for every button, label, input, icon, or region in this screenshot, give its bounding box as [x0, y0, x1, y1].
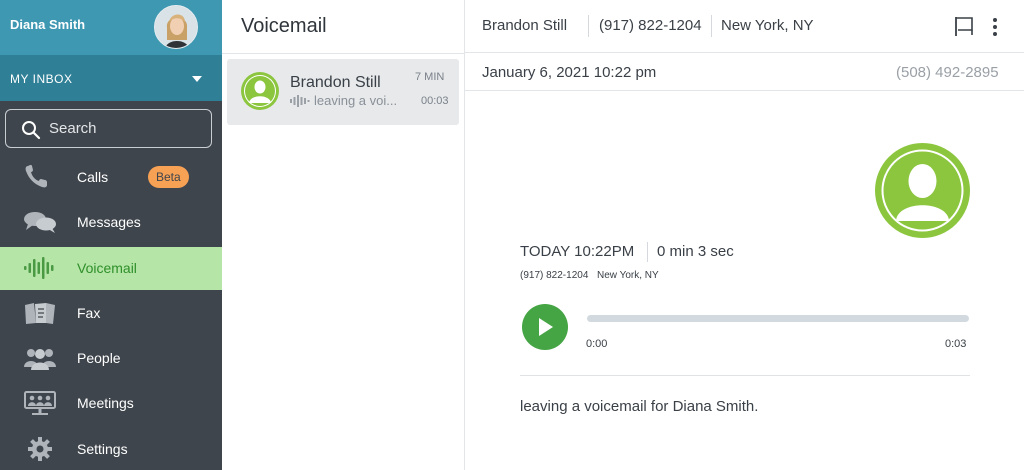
caller-phone: (917) 822-1204 [520, 270, 589, 281]
search-placeholder: Search [49, 120, 97, 137]
voicemail-detail-pane: Brandon Still (917) 822-1204 New York, N… [465, 0, 1024, 470]
chevron-down-icon [192, 76, 202, 82]
audio-current-time: 0:00 [586, 338, 608, 350]
divider [222, 53, 465, 54]
call-duration: 0 min 3 sec [657, 243, 734, 260]
sidebar-item-people[interactable]: People [0, 337, 222, 380]
sidebar-item-label: People [77, 350, 121, 366]
inbox-label: MY INBOX [10, 72, 73, 86]
audio-total-time: 0:03 [945, 338, 967, 350]
sidebar-item-fax[interactable]: Fax [0, 292, 222, 335]
sidebar: Diana Smith MY INBOX Search Calls Beta M… [0, 0, 222, 470]
voicemail-waveform-icon [24, 257, 54, 279]
sidebar-item-label: Voicemail [77, 260, 137, 276]
contact-name[interactable]: Brandon Still [482, 17, 567, 34]
fax-icon [25, 303, 55, 324]
receiving-number: (508) 492-2895 [896, 64, 999, 81]
flag-icon[interactable] [953, 15, 975, 37]
list-item[interactable]: Brandon Still 7 MIN leaving a voi... 00:… [227, 59, 459, 125]
divider [647, 242, 648, 262]
sidebar-item-messages[interactable]: Messages [0, 201, 222, 244]
page-title: Voicemail [241, 15, 327, 37]
voicemail-list-pane: Voicemail Brandon Still 7 MIN leaving a … [222, 0, 465, 470]
people-icon [24, 349, 56, 370]
divider [711, 15, 712, 37]
play-button[interactable] [522, 304, 568, 350]
contact-avatar-icon [875, 143, 970, 238]
message-preview: leaving a voi... [314, 93, 398, 108]
divider [520, 375, 970, 376]
detail-header: Brandon Still (917) 822-1204 New York, N… [465, 0, 1024, 53]
detail-subheader: January 6, 2021 10:22 pm (508) 492-2895 [465, 54, 1024, 91]
sidebar-item-label: Meetings [77, 395, 134, 411]
more-vertical-icon[interactable] [991, 16, 999, 38]
voicemail-date: January 6, 2021 10:22 pm [482, 64, 657, 81]
audio-progress-track[interactable] [587, 315, 969, 322]
call-timestamp: TODAY 10:22PM [520, 243, 635, 260]
voicemail-waveform-icon [290, 95, 310, 107]
contact-phone[interactable]: (917) 822-1204 [599, 17, 702, 34]
item-age: 7 MIN [415, 71, 445, 83]
divider [588, 15, 589, 37]
search-input[interactable]: Search [5, 109, 212, 148]
gear-icon [28, 437, 52, 461]
search-icon [22, 121, 41, 140]
sidebar-item-label: Fax [77, 305, 101, 321]
sidebar-item-calls[interactable]: Calls Beta [0, 156, 222, 199]
user-name: Diana Smith [10, 17, 86, 32]
sidebar-item-label: Calls [77, 169, 109, 185]
sidebar-item-settings[interactable]: Settings [0, 428, 222, 470]
beta-badge: Beta [148, 166, 189, 188]
user-header: Diana Smith [0, 0, 222, 55]
sidebar-item-label: Messages [77, 214, 141, 230]
meetings-icon [24, 391, 56, 415]
voicemail-transcript: leaving a voicemail for Diana Smith. [520, 398, 759, 415]
sidebar-item-voicemail[interactable]: Voicemail [0, 247, 222, 290]
caller-name: Brandon Still [290, 74, 381, 91]
phone-icon [25, 165, 47, 188]
user-avatar[interactable] [154, 5, 198, 49]
sidebar-item-label: Settings [77, 441, 128, 457]
sidebar-item-meetings[interactable]: Meetings [0, 382, 222, 425]
message-length: 00:03 [421, 95, 449, 107]
contact-avatar-icon [241, 72, 279, 110]
contact-location: New York, NY [721, 17, 814, 34]
inbox-selector[interactable]: MY INBOX [0, 55, 222, 101]
caller-location: New York, NY [597, 270, 659, 281]
chat-bubbles-icon [24, 212, 56, 233]
play-icon [539, 318, 553, 336]
